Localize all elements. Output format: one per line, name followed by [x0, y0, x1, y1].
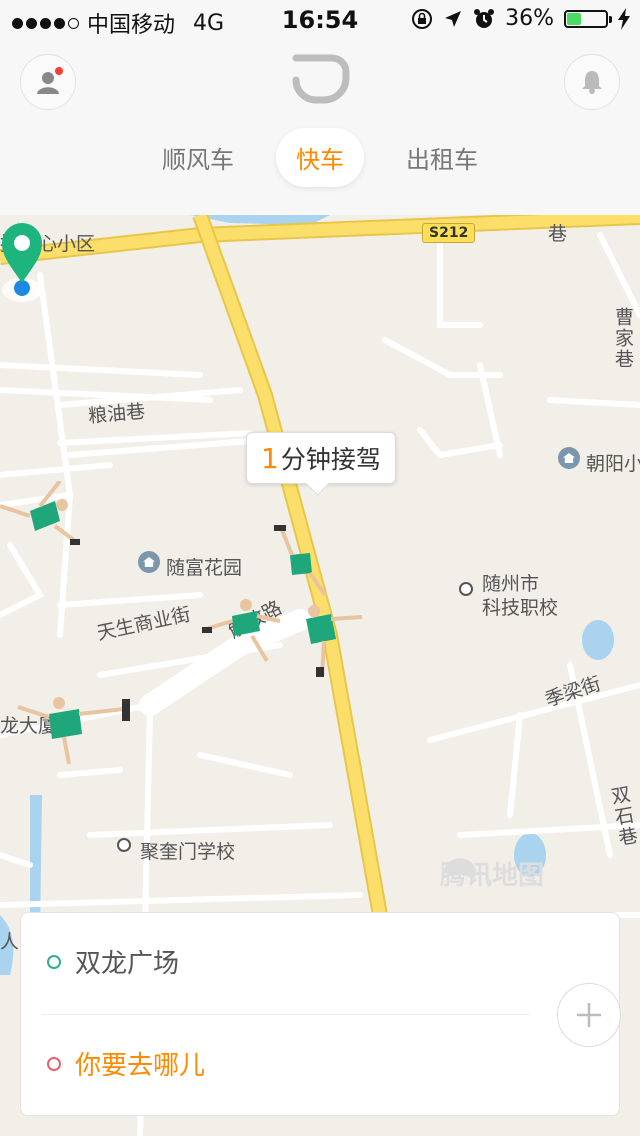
map-label-suizhou-tech-2: 科技职校 — [482, 597, 559, 619]
poi-jukui-school-dot — [117, 838, 131, 852]
map-label-suifu-garden: 随富花园 — [166, 557, 243, 579]
eta-text: 分钟接驾 — [280, 445, 381, 474]
map-watermark: 腾讯地图 — [440, 855, 544, 892]
notification-dot — [55, 67, 63, 75]
tab-hitch[interactable]: 顺风车 — [142, 128, 254, 187]
status-right: 36% — [411, 6, 630, 31]
eta-callout[interactable]: 1 分钟接驾 — [246, 432, 396, 484]
car-marker-icon — [306, 605, 363, 678]
didi-logo-icon — [292, 54, 350, 104]
poi-tech-school-dot — [459, 582, 473, 596]
map-label-liang-you-xiang: 粮油巷 — [87, 400, 146, 428]
poi-chaoyang-icon — [558, 447, 580, 469]
battery-icon — [564, 9, 612, 28]
pickup-address-row[interactable]: 双龙广场 — [47, 943, 179, 980]
pickup-pin-icon[interactable] — [0, 215, 50, 305]
address-card: 双龙广场 你要去哪儿 — [20, 912, 621, 1116]
profile-button[interactable] — [20, 54, 76, 110]
map-label-xiang: 巷 — [548, 223, 568, 245]
road-shield-s212: S212 — [422, 223, 476, 243]
tab-taxi[interactable]: 出租车 — [386, 128, 498, 187]
destination-dot-icon — [47, 1056, 61, 1071]
map-label-suizhou-tech-1: 随州市 — [482, 573, 540, 595]
bell-icon — [582, 71, 602, 94]
address-divider — [41, 1014, 529, 1015]
pickup-dot-icon — [47, 954, 61, 969]
location-arrow-icon — [445, 10, 462, 27]
poi-suifu-icon — [138, 551, 160, 573]
car-marker-icon — [0, 481, 80, 545]
map-label-cao-jia-xiang: 曹家巷 — [612, 307, 634, 370]
alarm-icon — [474, 8, 495, 28]
plus-icon — [577, 1003, 601, 1027]
tab-express[interactable]: 快车 — [276, 128, 364, 187]
battery-percent: 36% — [505, 6, 554, 31]
service-tabs: 顺风车 快车 出租车 — [0, 128, 640, 187]
battery-level-fill — [567, 12, 581, 25]
car-marker-icon — [274, 525, 327, 597]
tencent-map-logo-icon — [443, 858, 476, 879]
destination-row[interactable]: 你要去哪儿 — [47, 1045, 205, 1082]
add-stop-button[interactable] — [557, 983, 621, 1047]
destination-placeholder: 你要去哪儿 — [75, 1051, 206, 1081]
app-header: 顺风车 快车 出租车 — [0, 40, 640, 215]
notifications-button[interactable] — [564, 54, 620, 110]
pickup-address: 双龙广场 — [75, 949, 180, 979]
charging-icon — [618, 7, 630, 30]
map-label-jukui-school: 聚奎门学校 — [140, 841, 236, 863]
map-label-chaoyang: 朝阳小 — [586, 453, 640, 475]
status-bar: 中国移动 4G 16:54 36% — [0, 0, 640, 40]
orientation-lock-icon — [412, 8, 433, 29]
eta-minutes: 1 — [261, 441, 279, 475]
car-marker-icon — [17, 697, 130, 765]
